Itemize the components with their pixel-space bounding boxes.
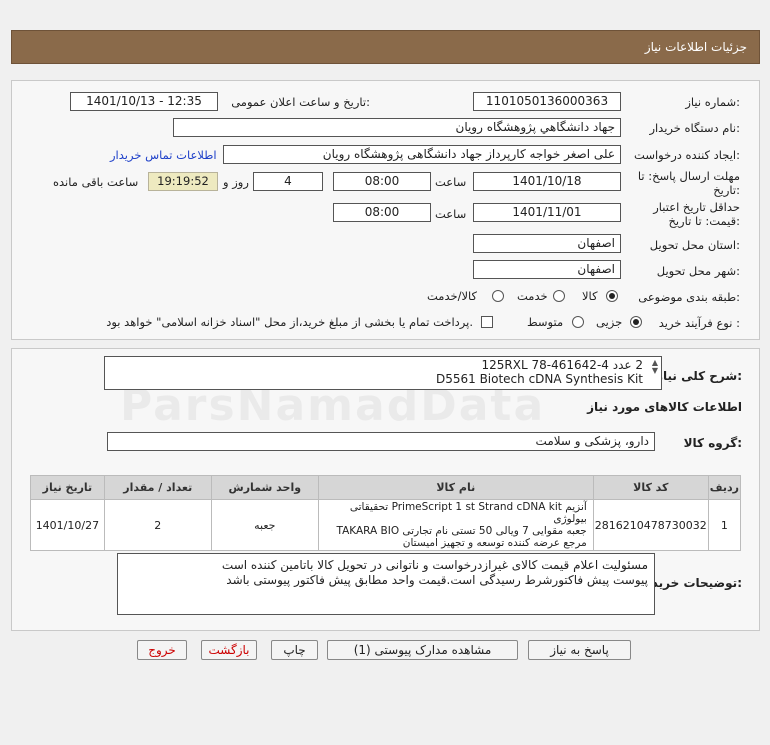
- deadline-label-2: تاریخ:: [713, 183, 740, 197]
- announce-field: 1401/10/13 - 12:35: [70, 92, 218, 111]
- deadline-time-label: ساعت: [435, 175, 467, 189]
- row-name-line-2: جعبه مقوایی 7 ویالی 50 تستی نام تجارتی T…: [336, 525, 587, 537]
- category-goods-label: کالا: [582, 289, 598, 303]
- buyer-org-label: نام دستگاه خریدار:: [649, 121, 740, 135]
- summary-field: 2 عدد 4-461642-78 125RXL D5561 Biotech c…: [104, 356, 662, 390]
- notes-label: توضیحات خریدار:: [640, 576, 742, 590]
- creator-field: علی اصغر خواجه کارپرداز جهاد دانشگاهی پژ…: [223, 145, 621, 164]
- goods-info-title: اطلاعات کالاهای مورد نیاز: [587, 400, 742, 414]
- process-medium-radio[interactable]: [572, 316, 584, 328]
- row-unit: جعبه: [210, 499, 319, 551]
- page-title: جزئیات اطلاعات نیاز: [644, 40, 747, 54]
- row-qty: 2: [103, 499, 212, 551]
- col-row: ردیف: [707, 475, 742, 500]
- row-name: آنزیم PrimeScript 1 st Strand cDNA kit ت…: [317, 499, 594, 551]
- announce-label: تاریخ و ساعت اعلان عمومی:: [231, 95, 370, 109]
- summary-label: شرح کلی نیاز:: [656, 369, 742, 383]
- process-label: نوع فرآیند خرید :: [658, 316, 740, 330]
- days-label: روز و: [223, 175, 249, 189]
- category-service-radio[interactable]: [553, 290, 565, 302]
- deadline-time-field: 08:00: [333, 172, 431, 191]
- process-partial-radio[interactable]: [630, 316, 642, 328]
- city-label: شهر محل تحویل:: [656, 264, 740, 278]
- page-header: جزئیات اطلاعات نیاز: [11, 30, 760, 64]
- scroll-arrows-icon[interactable]: ▲ ▼: [652, 359, 658, 375]
- category-goods-radio[interactable]: [606, 290, 618, 302]
- buyer-org-field: جهاد دانشگاهي پژوهشگاه رويان: [173, 118, 621, 137]
- validity-date-field: 1401/11/01: [473, 203, 621, 222]
- province-label: استان محل تحویل:: [649, 238, 740, 252]
- city-field: اصفهان: [473, 260, 621, 279]
- col-date: تاریخ نیاز: [30, 475, 105, 500]
- validity-label-1: حداقل تاریخ اعتبار: [653, 200, 740, 214]
- days-field: 4: [253, 172, 323, 191]
- deadline-date-field: 1401/10/18: [473, 172, 621, 191]
- notes-field: مسئولیت اعلام قیمت کالای غیرازدرخواست و …: [117, 553, 655, 615]
- col-code: کد کالا: [592, 475, 709, 500]
- notes-line-2: پیوست پیش فاکتورشرط رسیدگی است.قیمت واحد…: [226, 573, 648, 587]
- table-header-row: ردیف کد کالا نام کالا واحد شمارش تعداد /…: [30, 475, 742, 500]
- goods-table: ردیف کد کالا نام کالا واحد شمارش تعداد /…: [30, 475, 742, 551]
- table-row[interactable]: 1 2816210478730032 آنزیم PrimeScript 1 s…: [30, 499, 742, 551]
- reply-button[interactable]: پاسخ به نیاز: [528, 640, 631, 660]
- col-unit: واحد شمارش: [210, 475, 319, 500]
- category-service-label: خدمت: [517, 289, 548, 303]
- row-name-line-1: آنزیم PrimeScript 1 st Strand cDNA kit ت…: [349, 501, 587, 525]
- remaining-label: ساعت باقی مانده: [53, 175, 139, 189]
- col-name: نام کالا: [317, 475, 594, 500]
- category-label: طبقه بندی موضوعی:: [638, 290, 740, 304]
- province-field: اصفهان: [473, 234, 621, 253]
- print-button[interactable]: چاپ: [271, 640, 318, 660]
- process-medium-label: متوسط: [527, 315, 564, 329]
- back-button[interactable]: بازگشت: [201, 640, 257, 660]
- deadline-label-1: مهلت ارسال پاسخ: تا: [637, 169, 740, 183]
- row-name-line-3: مرجع عرضه کننده توسعه و تجهیز امیستان: [402, 537, 587, 549]
- treasury-payment-note: پرداخت تمام یا بخشی از مبلغ خرید،از محل …: [106, 315, 473, 329]
- row-date: 1401/10/27: [30, 499, 105, 551]
- col-qty: تعداد / مقدار: [103, 475, 212, 500]
- treasury-payment-checkbox[interactable]: [481, 316, 493, 328]
- category-both-radio[interactable]: [492, 290, 504, 302]
- process-partial-label: جزیی: [596, 315, 623, 329]
- exit-button[interactable]: خروج: [137, 640, 187, 660]
- group-label: گروه کالا:: [683, 436, 742, 450]
- attachments-button[interactable]: مشاهده مدارک پیوستی (1): [327, 640, 518, 660]
- group-field: دارو، پزشکی و سلامت: [107, 432, 655, 451]
- remaining-timer: 19:19:52: [148, 172, 218, 191]
- creator-label: ایجاد کننده درخواست:: [634, 148, 740, 162]
- notes-line-1: مسئولیت اعلام قیمت کالای غیرازدرخواست و …: [221, 558, 648, 572]
- validity-time-label: ساعت: [435, 207, 467, 221]
- validity-label-2: قیمت: تا تاریخ:: [668, 214, 740, 228]
- validity-time-field: 08:00: [333, 203, 431, 222]
- category-both-label: کالا/خدمت: [427, 289, 478, 303]
- contact-buyer-link[interactable]: اطلاعات تماس خریدار: [110, 148, 217, 162]
- row-code: 2816210478730032: [592, 499, 709, 551]
- row-number: 1: [707, 499, 742, 551]
- summary-line-1: 2 عدد 4-461642-78 125RXL: [481, 358, 643, 372]
- need-number-field: 1101050136000363: [473, 92, 621, 111]
- need-number-label: شماره نیاز:: [685, 95, 740, 109]
- summary-line-2: D5561 Biotech cDNA Synthesis Kit: [435, 372, 643, 386]
